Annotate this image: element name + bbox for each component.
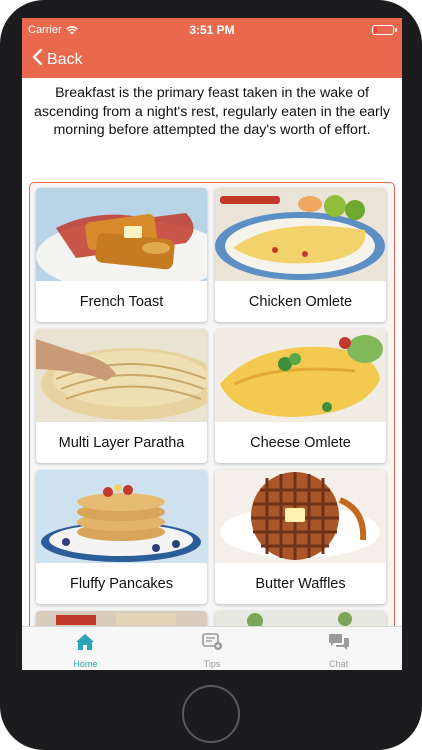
- recipe-card-butter-waffles[interactable]: Butter Waffles: [215, 470, 386, 604]
- pancakes-image: [36, 470, 207, 563]
- recipe-label: Cheese Omlete: [250, 434, 351, 451]
- chat-icon: [328, 633, 350, 656]
- tips-icon: [201, 633, 223, 656]
- home-hardware-button[interactable]: [182, 685, 240, 743]
- recipe-card-fluffy-pancakes[interactable]: Fluffy Pancakes: [36, 470, 207, 604]
- back-label: Back: [47, 50, 83, 68]
- home-icon: [74, 633, 96, 656]
- recipe-label: Butter Waffles: [255, 575, 346, 592]
- tab-tips[interactable]: Tips: [149, 627, 276, 670]
- tab-label: Chat: [329, 659, 349, 669]
- battery-icon: [372, 25, 397, 35]
- tab-chat[interactable]: Chat: [275, 627, 402, 670]
- recipe-card-french-toast[interactable]: French Toast: [36, 188, 207, 322]
- cheese-omlete-image: [215, 329, 386, 422]
- status-time: 3:51 PM: [189, 23, 235, 37]
- recipe-label: Fluffy Pancakes: [70, 575, 173, 592]
- chevron-left-icon: [32, 48, 43, 71]
- status-bar: Carrier 3:51 PM: [22, 18, 402, 44]
- navigation-bar: Carrier 3:51 PM Back: [22, 18, 402, 78]
- intro-text: Breakfast is the primary feast taken in …: [33, 85, 390, 138]
- app-screen: Carrier 3:51 PM Back Breakfast is the pr…: [22, 18, 402, 670]
- recipe-card-multi-layer-paratha[interactable]: Multi Layer Paratha: [36, 329, 207, 463]
- tab-label: Tips: [203, 659, 221, 669]
- recipe-label: French Toast: [79, 293, 164, 310]
- chicken-omlete-image: [215, 188, 386, 281]
- tab-label: Home: [73, 659, 98, 669]
- recipe-label: Multi Layer Paratha: [58, 434, 185, 451]
- recipes-panel: French Toast Chicken Omlete Multi Layer …: [29, 182, 395, 670]
- device-frame: Carrier 3:51 PM Back Breakfast is the pr…: [0, 0, 422, 750]
- recipe-card-cheese-omlete[interactable]: Cheese Omlete: [215, 329, 386, 463]
- paratha-image: [36, 329, 207, 422]
- recipe-label: Chicken Omlete: [248, 293, 353, 310]
- tab-bar: Home Tips Chat: [22, 626, 402, 670]
- back-button[interactable]: Back: [32, 48, 83, 71]
- recipe-card-chicken-omlete[interactable]: Chicken Omlete: [215, 188, 386, 322]
- french-toast-image: [36, 188, 207, 281]
- tab-home[interactable]: Home: [22, 627, 149, 670]
- waffles-image: [215, 470, 386, 563]
